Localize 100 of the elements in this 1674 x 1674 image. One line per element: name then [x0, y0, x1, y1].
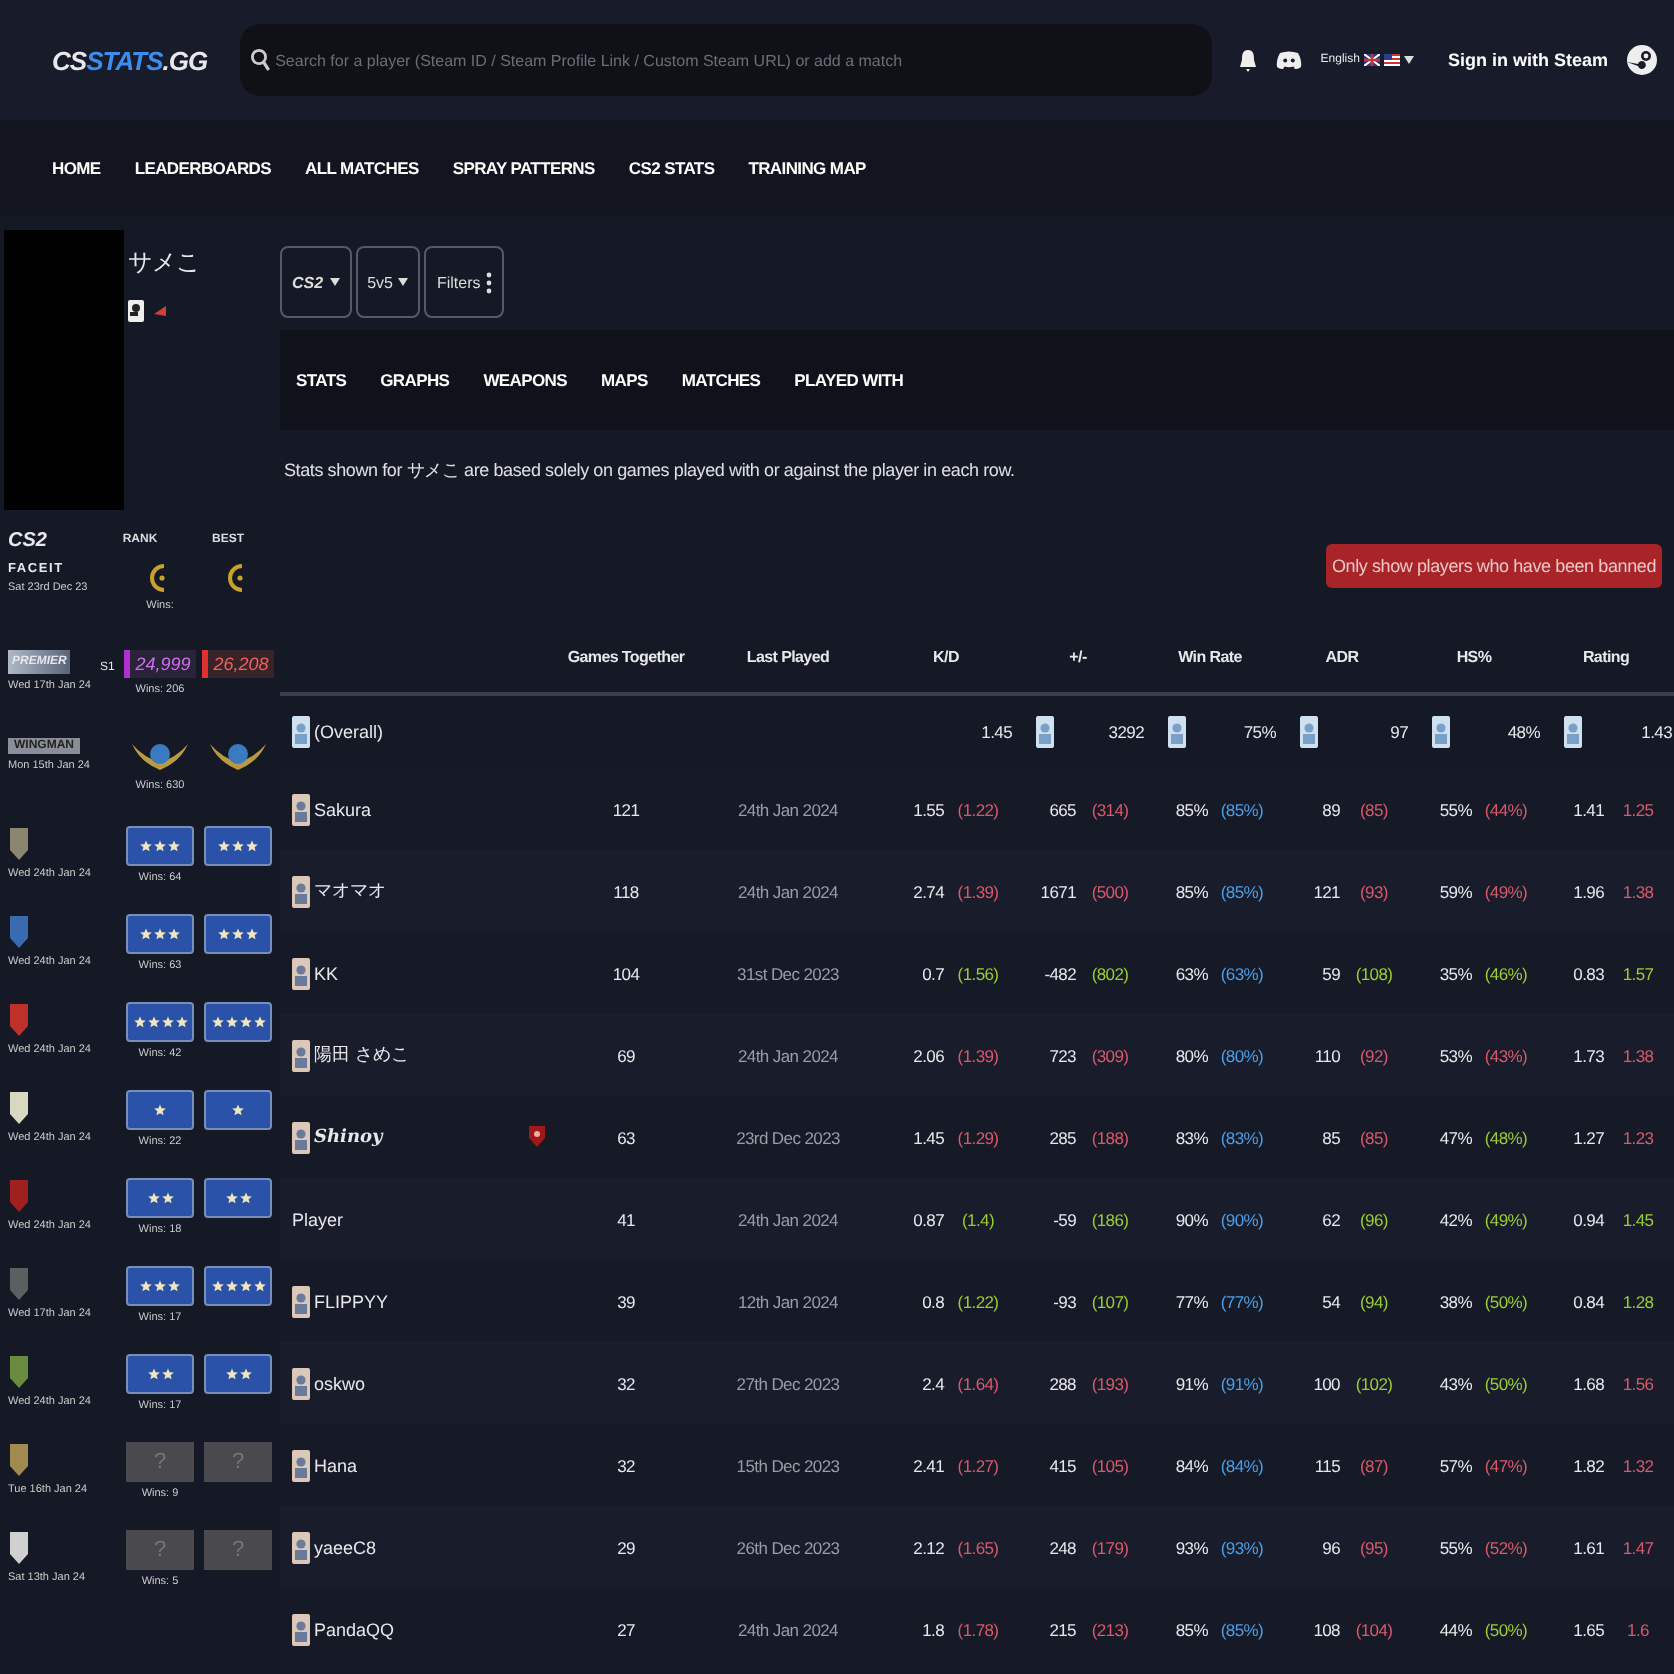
- stat-value: 0.87: [913, 1209, 944, 1229]
- flag-icon: [1363, 54, 1380, 66]
- column-header[interactable]: ADR: [1325, 647, 1359, 665]
- stat-value: 85%: [1175, 1619, 1208, 1639]
- stat-value: 3292: [1108, 722, 1144, 742]
- tab[interactable]: MATCHES: [681, 370, 761, 390]
- avatar-icon: [292, 1613, 310, 1645]
- comparison-value: (186): [1091, 1209, 1129, 1229]
- tab[interactable]: WEAPONS: [483, 370, 568, 390]
- tab[interactable]: GRAPHS: [380, 370, 450, 390]
- filter-dropdown[interactable]: 5v5: [355, 246, 421, 318]
- player-name[interactable]: Hana: [314, 1455, 358, 1475]
- player-name[interactable]: KK: [314, 963, 339, 983]
- steam-icon[interactable]: [128, 300, 144, 322]
- tab[interactable]: STATS: [296, 370, 347, 390]
- comparison-value: (1.27): [957, 1455, 999, 1475]
- stat-value: -482: [1044, 963, 1076, 983]
- table-cell: 24th Jan 2024: [738, 1619, 838, 1639]
- stat-value: 54: [1322, 1291, 1340, 1311]
- stat-value: 665: [1049, 799, 1076, 819]
- stat-value: 80%: [1175, 1045, 1208, 1065]
- stat-value: 85: [1322, 1127, 1340, 1147]
- player-name[interactable]: Shinoy: [314, 1127, 383, 1147]
- stat-value: 1.27: [1573, 1127, 1604, 1147]
- column-header[interactable]: K/D: [933, 647, 959, 665]
- info-text: Stats shown for サメこ are based solely on games played with or against the player in each row.: [284, 458, 1017, 484]
- tab[interactable]: MAPS: [601, 370, 648, 390]
- player-name[interactable]: Sakura: [314, 799, 372, 819]
- search-field[interactable]: Search for a player (Steam ID / Steam Profile Link / Custom Steam URL) or add a match: [239, 24, 1213, 96]
- avatar-icon: [292, 1367, 310, 1399]
- comparison-value: (85): [1360, 1127, 1388, 1147]
- stat-value: 1.68: [1573, 1373, 1604, 1393]
- caret-icon: [1403, 56, 1414, 64]
- comparison-value: (1.56): [957, 963, 999, 983]
- stat-value: 1.96: [1573, 881, 1604, 901]
- stat-value: 1.65: [1573, 1619, 1604, 1639]
- table-cell: 24th Jan 2024: [738, 799, 838, 819]
- tab[interactable]: PLAYED WITH: [794, 370, 904, 390]
- table-cell: 27: [617, 1619, 635, 1639]
- column-header[interactable]: +/-: [1069, 647, 1087, 665]
- nav-link[interactable]: TRAINING MAP: [748, 158, 866, 178]
- stat-value: 85%: [1175, 881, 1208, 901]
- player-name[interactable]: マオマオ: [314, 878, 386, 904]
- comparison-value: (49%): [1484, 1209, 1528, 1229]
- comparison-value: (1.78): [957, 1619, 999, 1639]
- comparison-value: (77%): [1220, 1291, 1264, 1311]
- stat-value: 2.06: [913, 1045, 944, 1065]
- stat-value: 1.8: [922, 1619, 944, 1639]
- comparison-value: 1.38: [1622, 881, 1654, 901]
- steam-icon[interactable]: [1626, 44, 1658, 76]
- avatar-icon: [1431, 716, 1449, 748]
- column-header[interactable]: Last Played: [746, 647, 830, 665]
- stat-value: 53%: [1439, 1045, 1472, 1065]
- comparison-value: (50%): [1484, 1619, 1528, 1639]
- nav-link[interactable]: SPRAY PATTERNS: [452, 158, 595, 178]
- table-cell: 26th Dec 2023: [736, 1537, 840, 1557]
- player-name[interactable]: yaeeC8: [314, 1537, 377, 1557]
- comparison-value: (94): [1360, 1291, 1388, 1311]
- comparison-value: (102): [1355, 1373, 1393, 1393]
- site-logo[interactable]: CSSTATS.GG: [52, 41, 214, 79]
- filter-dropdown[interactable]: CS2: [280, 246, 352, 318]
- nav-link[interactable]: LEADERBOARDS: [134, 158, 271, 178]
- bell-icon[interactable]: [1238, 47, 1259, 73]
- player-name[interactable]: FLIPPYY: [314, 1291, 389, 1311]
- nav-link[interactable]: HOME: [52, 158, 101, 178]
- caret-icon: [398, 278, 409, 286]
- sign-in-button[interactable]: Sign in with Steam: [1447, 50, 1608, 70]
- stat-value: 2.4: [922, 1373, 944, 1393]
- stat-value: 93%: [1175, 1537, 1208, 1557]
- flag-icon: [1383, 54, 1400, 66]
- table-cell: 69: [617, 1045, 635, 1065]
- column-header[interactable]: HS%: [1456, 647, 1492, 665]
- column-header[interactable]: Games Together: [567, 647, 685, 665]
- stat-value: 0.8: [922, 1291, 944, 1311]
- banned-filter-button[interactable]: Only show players who have been banned: [1325, 544, 1662, 588]
- nav-link[interactable]: CS2 STATS: [628, 158, 715, 178]
- stat-value: 121: [1313, 881, 1340, 901]
- search-icon: [249, 48, 270, 72]
- discord-icon[interactable]: [1276, 50, 1303, 70]
- stat-value: 0.7: [922, 963, 944, 983]
- filter-dropdown[interactable]: Filters: [424, 246, 505, 318]
- stat-value: 110: [1314, 1045, 1340, 1065]
- stat-value: 0.84: [1573, 1291, 1604, 1311]
- flag-marker-icon[interactable]: [152, 300, 168, 322]
- player-name[interactable]: (Overall): [314, 722, 384, 742]
- nav-link[interactable]: ALL MATCHES: [305, 158, 419, 178]
- player-name[interactable]: oskwo: [314, 1373, 366, 1393]
- player-name[interactable]: PandaQQ: [314, 1619, 395, 1639]
- player-name[interactable]: 陽田 さめこ: [314, 1042, 410, 1068]
- column-header[interactable]: Rating: [1582, 647, 1630, 665]
- table-cell: 15th Dec 2023: [736, 1455, 840, 1475]
- player-name[interactable]: Player: [292, 1209, 344, 1229]
- comparison-value: (1.39): [957, 1045, 999, 1065]
- stat-value: 35%: [1439, 963, 1472, 983]
- comparison-value: 1.25: [1622, 799, 1654, 819]
- stat-value: 55%: [1439, 1537, 1472, 1557]
- comparison-value: (84%): [1220, 1455, 1264, 1475]
- table-cell: 24th Jan 2024: [738, 1045, 838, 1065]
- column-header[interactable]: Win Rate: [1178, 647, 1242, 665]
- stat-value: 2.41: [913, 1455, 944, 1475]
